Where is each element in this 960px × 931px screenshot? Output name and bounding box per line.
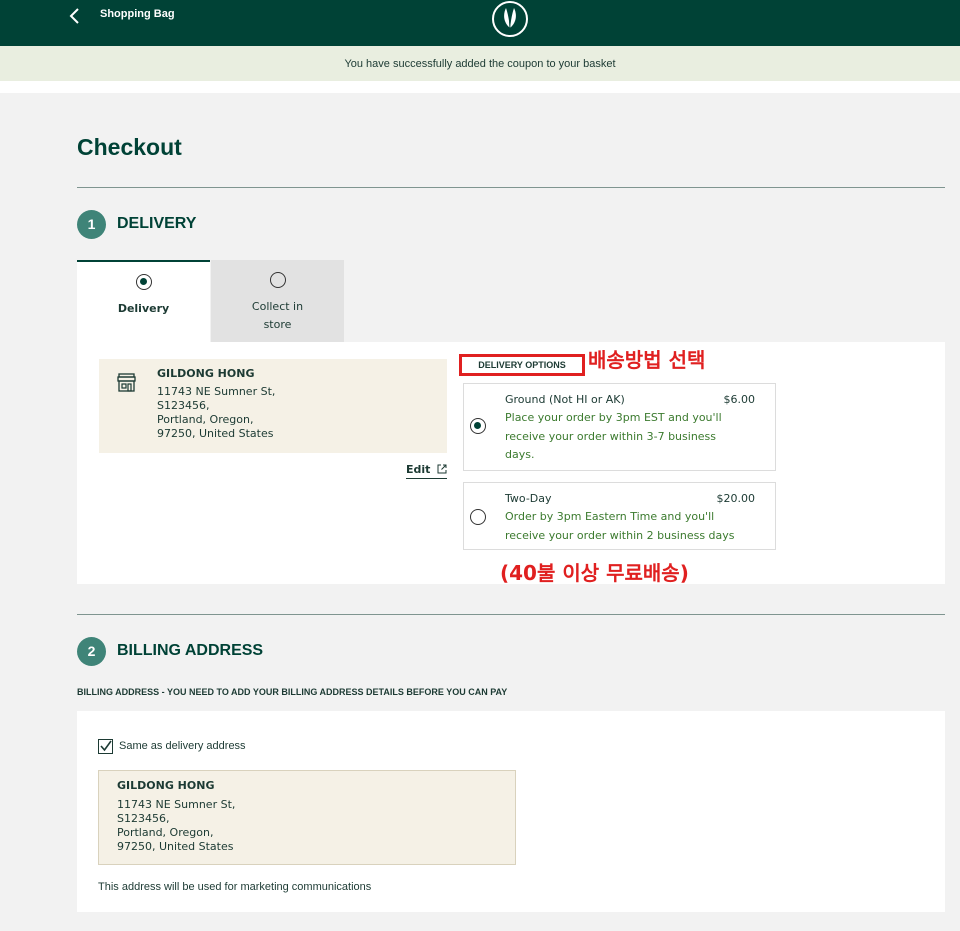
option-ground-name: Ground (Not HI or AK) (505, 393, 625, 406)
delivery-section-title: DELIVERY (117, 215, 197, 232)
tab-collect-label-line2: store (263, 318, 292, 331)
billing-address-line2: S123456, (117, 812, 170, 825)
option-ground[interactable]: Ground (Not HI or AK) $6.00 Place your o… (463, 383, 776, 471)
billing-address-line4: 97250, United States (117, 840, 234, 853)
delivery-options-header: DELIVERY OPTIONS (459, 354, 585, 376)
billing-note: BILLING ADDRESS - YOU NEED TO ADD YOUR B… (77, 687, 508, 697)
address-line2: S123456, (157, 399, 210, 412)
checkmark-icon (100, 740, 112, 752)
option-two-day-desc: Order by 3pm Eastern Time and you'll rec… (505, 508, 755, 545)
option-ground-radio[interactable] (470, 418, 486, 434)
same-as-delivery-checkbox[interactable] (98, 739, 113, 754)
divider (77, 187, 945, 188)
annotation-free-shipping: (40불 이상 무료배송) (500, 561, 689, 585)
address-line1: 11743 NE Sumner St, (157, 385, 276, 398)
option-ground-desc-line2: receive your order within 3-7 business (505, 429, 717, 443)
delivery-address-text: GILDONG HONG 11743 NE Sumner St, S123456… (157, 367, 275, 441)
annotation-select-method: 배송방법 선택 (588, 348, 706, 372)
address-line3: Portland, Oregon, (157, 413, 254, 426)
option-two-day-price: $20.00 (716, 492, 756, 505)
delivery-address-card: GILDONG HONG 11743 NE Sumner St, S123456… (99, 359, 447, 453)
coupon-notice-text: You have successfully added the coupon t… (344, 58, 616, 70)
billing-address-card: GILDONG HONG 11743 NE Sumner St, S123456… (98, 770, 516, 865)
billing-section-title: BILLING ADDRESS (117, 642, 264, 659)
option-ground-desc: Place your order by 3pm EST and you'll r… (505, 409, 755, 465)
option-ground-desc-line3: days. (505, 448, 535, 461)
option-ground-desc-line1: Place your order by 3pm EST and you'll (505, 411, 722, 424)
billing-address-line3: Portland, Oregon, (117, 826, 214, 839)
option-two-day-desc-line2: receive your order within 2 business day… (505, 528, 735, 542)
tab-collect-label: Collect in store (211, 298, 344, 334)
divider (77, 614, 945, 615)
billing-address-name: GILDONG HONG (117, 779, 215, 792)
step-number-1: 1 (77, 210, 106, 239)
same-as-delivery-label[interactable]: Same as delivery address (119, 740, 246, 752)
external-link-icon[interactable] (437, 464, 447, 474)
option-two-day-name: Two-Day (505, 492, 552, 505)
option-two-day-radio[interactable] (470, 509, 486, 525)
coupon-notice: You have successfully added the coupon t… (0, 46, 960, 81)
billing-address-text: GILDONG HONG 11743 NE Sumner St, S123456… (117, 779, 235, 854)
option-ground-price: $6.00 (723, 393, 756, 406)
top-bar: Shopping Bag (0, 0, 960, 46)
delivery-tab-radio[interactable] (135, 274, 152, 290)
divider-strip (0, 81, 960, 93)
tab-collect-label-line1: Collect in (251, 300, 304, 313)
store-icon (117, 373, 136, 392)
chevron-left-icon[interactable] (68, 6, 84, 26)
page-title: Checkout (77, 134, 182, 160)
leaf-logo-icon[interactable] (491, 0, 529, 38)
step-number-2: 2 (77, 637, 106, 666)
shopping-bag-title[interactable]: Shopping Bag (100, 8, 175, 20)
billing-address-line1: 11743 NE Sumner St, (117, 798, 236, 811)
collect-tab-radio[interactable] (269, 272, 286, 288)
option-two-day-desc-line1: Order by 3pm Eastern Time and you'll (505, 510, 715, 523)
tab-collect-in-store[interactable]: Collect in store (211, 260, 344, 342)
address-name: GILDONG HONG (157, 367, 255, 380)
address-line4: 97250, United States (157, 427, 274, 440)
tab-delivery-label: Delivery (117, 302, 170, 315)
tab-delivery[interactable]: Delivery (77, 260, 210, 342)
option-two-day[interactable]: Two-Day $20.00 Order by 3pm Eastern Time… (463, 482, 776, 550)
marketing-note: This address will be used for marketing … (98, 881, 372, 893)
